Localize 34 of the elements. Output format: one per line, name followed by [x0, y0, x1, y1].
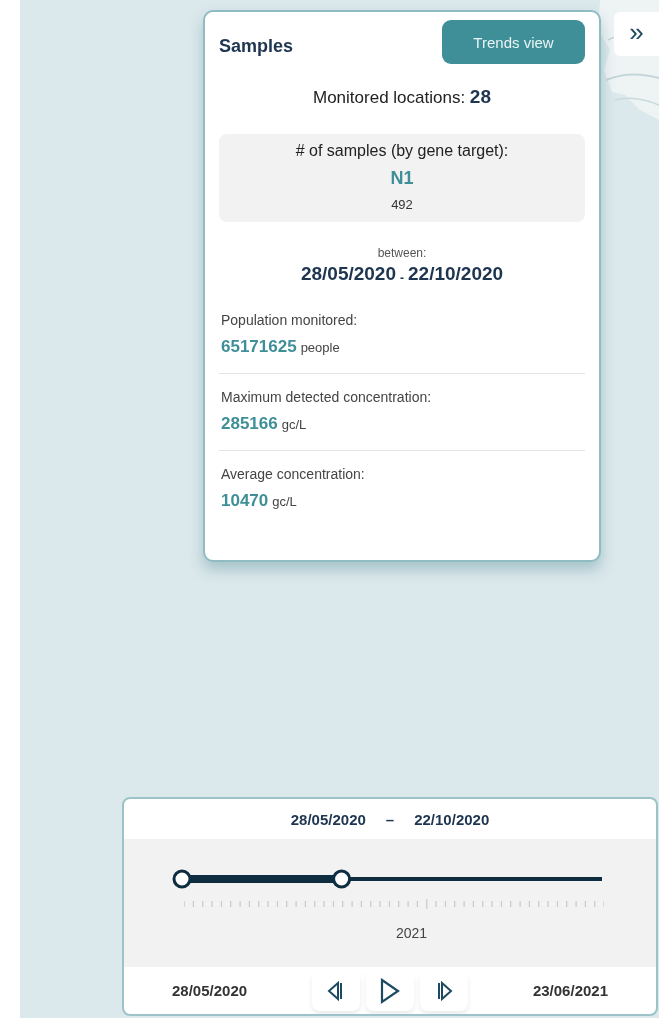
- date-separator: -: [400, 271, 404, 285]
- stat-value: 10470: [221, 491, 269, 511]
- monitored-locations-value: 28: [469, 86, 491, 107]
- stat-value: 285166: [221, 414, 278, 434]
- slider-handle[interactable]: [332, 869, 352, 889]
- stat-label: Population monitored:: [221, 312, 358, 328]
- range-separator: –: [385, 810, 395, 828]
- range-end: 22/10/2020: [414, 810, 490, 828]
- stat-unit: gc/L: [272, 494, 297, 509]
- range-start: 28/05/2020: [290, 810, 366, 828]
- sample-count: 492: [391, 197, 413, 212]
- axis-label: 2021: [396, 925, 428, 941]
- step-back-icon: [327, 979, 345, 1002]
- max-date: 23/06/2021: [532, 982, 608, 999]
- slider-handle[interactable]: [172, 869, 192, 889]
- play-icon: [379, 976, 401, 1005]
- collapse-button[interactable]: »: [614, 12, 659, 56]
- panel-title: Samples: [219, 34, 294, 57]
- gene-target-name: N1: [390, 168, 414, 189]
- start-date: 28/05/2020: [300, 263, 396, 285]
- stat-unit: people: [300, 340, 340, 355]
- step-forward-button[interactable]: [420, 970, 468, 1011]
- stat-unit: gc/L: [281, 417, 307, 432]
- between-label: between:: [377, 246, 427, 260]
- min-date: 28/05/2020: [172, 982, 248, 999]
- step-forward-icon: [435, 979, 453, 1002]
- stat-label: Maximum detected concentration:: [221, 389, 432, 405]
- play-button[interactable]: [366, 970, 414, 1011]
- step-back-button[interactable]: [312, 970, 360, 1011]
- stat-value: 65171625: [221, 337, 297, 357]
- gene-target-heading: # of samples (by gene target):: [295, 142, 509, 160]
- end-date: 22/10/2020: [408, 263, 504, 285]
- stat-label: Average concentration:: [221, 466, 365, 482]
- monitored-locations-label: Monitored locations:: [313, 88, 466, 107]
